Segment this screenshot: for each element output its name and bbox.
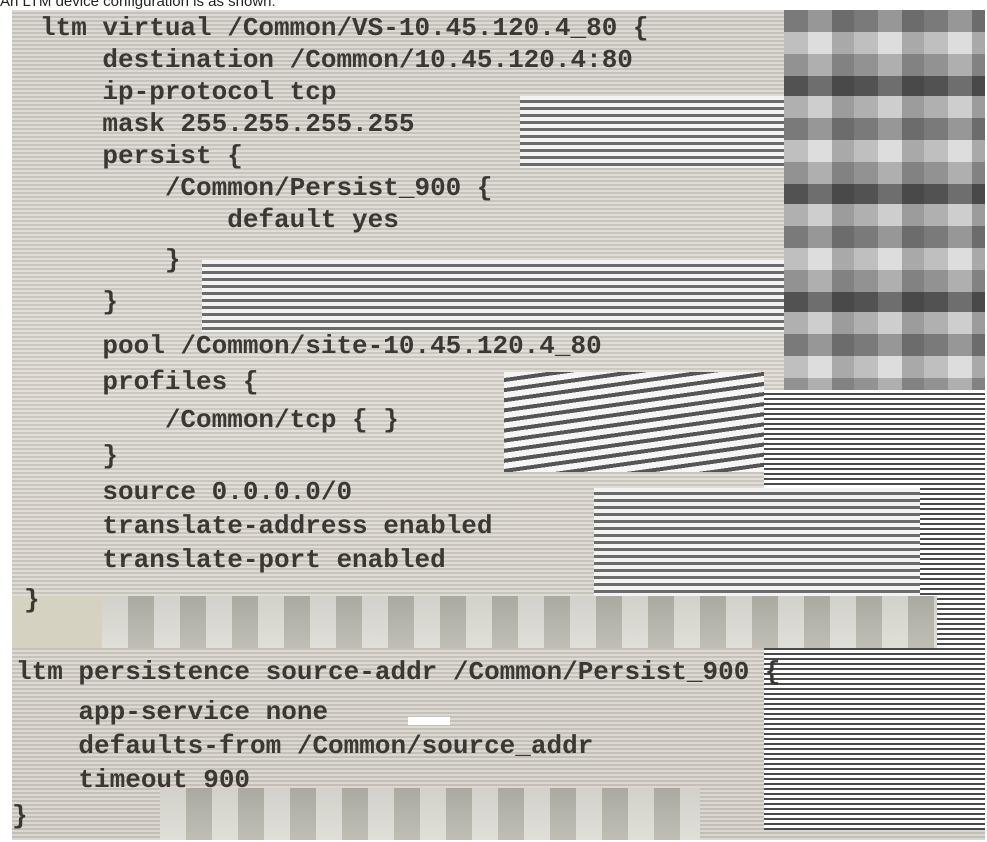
stripe-redaction-brace (202, 260, 784, 332)
config-photo: ltm virtual /Common/VS-10.45.120.4_80 { … (12, 10, 985, 840)
code-line: app-service none (16, 697, 329, 727)
code-line: ip-protocol tcp (40, 77, 337, 107)
code-line: destination /Common/10.45.120.4:80 (40, 45, 633, 75)
code-line: } (40, 245, 181, 275)
code-line: defaults-from /Common/source_addr (16, 731, 594, 761)
code-line: persist { (40, 141, 243, 171)
code-line: mask 255.255.255.255 (40, 109, 415, 139)
caption-text: An LTM device configuration is as shown: (0, 0, 276, 10)
code-line: } (40, 287, 119, 317)
code-line: } (12, 801, 28, 831)
code-line: default yes (40, 205, 399, 235)
code-line: } (24, 585, 40, 615)
code-line: profiles { (40, 367, 259, 397)
stripe-redaction-profiles (504, 372, 764, 472)
code-line: /Common/Persist_900 { (40, 173, 493, 203)
code-line: pool /Common/site-10.45.120.4_80 (40, 331, 602, 361)
code-line: ltm virtual /Common/VS-10.45.120.4_80 { (40, 13, 649, 43)
stripe-redaction-top (520, 96, 784, 168)
code-line: } (40, 441, 119, 471)
stripe-redaction-translate (594, 488, 920, 596)
mosaic-redaction-middle (102, 596, 937, 648)
white-highlight (408, 717, 450, 725)
code-line: /Common/tcp { } (40, 405, 399, 435)
code-line: timeout 900 (16, 765, 251, 795)
code-line: ltm persistence source-addr /Common/Pers… (16, 657, 781, 687)
code-line: translate-port enabled (40, 545, 446, 575)
code-line: translate-address enabled (40, 511, 493, 541)
code-line: source 0.0.0.0/0 (40, 477, 353, 507)
